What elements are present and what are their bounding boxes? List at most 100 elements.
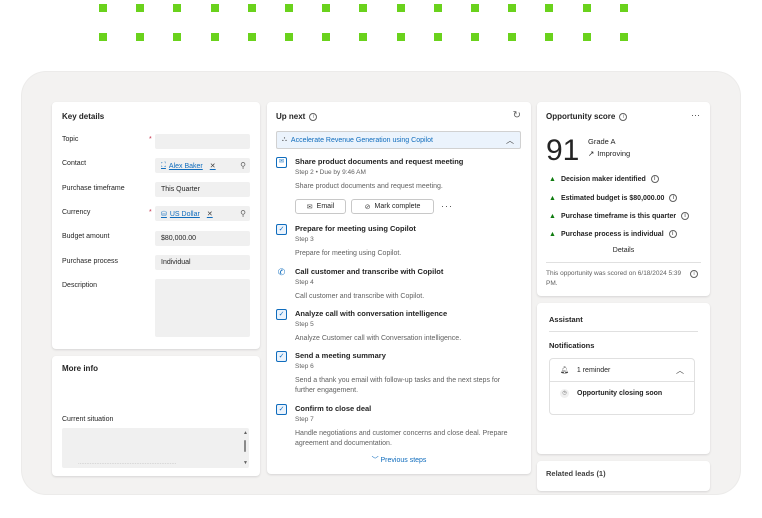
search-icon[interactable]: ⚲ (240, 161, 246, 170)
step-title[interactable]: Send a meeting summary (295, 351, 386, 360)
mail-icon: ✉ (276, 157, 287, 168)
decorative-dot (99, 33, 107, 41)
factor-label: Purchase timeframe is this quarter (560, 212, 677, 220)
reminder-item-label: Opportunity closing soon (577, 390, 663, 397)
decorative-dot (322, 4, 330, 12)
description-textarea[interactable] (155, 279, 250, 337)
chevron-up-icon[interactable]: ︿ (676, 365, 684, 376)
currency-value[interactable]: US Dollar (170, 211, 200, 218)
info-icon[interactable]: i (668, 230, 677, 238)
app-window: Key details Topic * Contact ⛶ Alex Baker… (22, 72, 740, 494)
info-icon[interactable]: i (309, 112, 318, 121)
divider (546, 262, 701, 263)
email-button[interactable]: ✉ Email (295, 199, 346, 214)
step-description: Analyze Customer call with Conversation … (295, 335, 462, 342)
current-situation-textarea[interactable]: ........................................… (62, 428, 249, 468)
decorative-dot (285, 33, 293, 41)
positive-triangle-icon: ▲ (549, 194, 556, 202)
decorative-dot (545, 4, 553, 12)
up-next-title: Up next (276, 112, 306, 121)
mark-complete-button[interactable]: ⊘ Mark complete (351, 199, 434, 214)
decorative-dot (173, 33, 181, 41)
budget-amount-input[interactable]: $80,000.00 (155, 231, 250, 246)
more-info-title: More info (62, 364, 98, 373)
step-title[interactable]: Prepare for meeting using Copilot (295, 224, 416, 233)
reminder-header[interactable]: 🔔︎ 1 reminder (560, 366, 610, 375)
remove-contact-icon[interactable]: ✕ (210, 162, 216, 170)
more-options-icon[interactable]: ··· (441, 201, 453, 211)
remove-currency-icon[interactable]: ✕ (207, 210, 213, 218)
sequence-name[interactable]: Accelerate Revenue Generation using Copi… (291, 137, 433, 144)
contact-value[interactable]: Alex Baker (169, 163, 203, 170)
refresh-icon[interactable]: ↻ (513, 110, 521, 121)
currency-lookup[interactable]: ⛁ US Dollar ✕ ⚲ (155, 206, 250, 221)
assistant-card: Assistant Notifications 🔔︎ 1 reminder ︿ … (537, 303, 710, 454)
up-next-card: Up next i ↻ ⛬ Accelerate Revenue Generat… (267, 102, 531, 474)
chevron-up-icon[interactable]: ︿ (506, 135, 514, 146)
info-icon[interactable]: i (669, 194, 678, 202)
decorative-dot (545, 33, 553, 41)
contact-chip[interactable]: ⛶ Alex Baker ✕ (161, 162, 216, 170)
task-check-icon: ✓ (276, 351, 287, 362)
reminder-panel: 🔔︎ 1 reminder ︿ ◷ Opportunity closing so… (549, 358, 695, 415)
decorative-dot (248, 4, 256, 12)
info-icon[interactable]: i (650, 175, 659, 183)
purchase-timeframe-label: Purchase timeframe (62, 185, 125, 192)
more-options-icon[interactable]: ··· (691, 110, 700, 120)
search-icon[interactable]: ⚲ (240, 209, 246, 218)
purchase-timeframe-select[interactable]: This Quarter (155, 182, 250, 197)
step-subtitle: Step 3 (295, 236, 314, 243)
decorative-dot (136, 4, 144, 12)
reminder-item[interactable]: ◷ Opportunity closing soon (560, 389, 662, 398)
key-details-title: Key details (62, 112, 105, 121)
purchase-process-label: Purchase process (62, 258, 119, 265)
decorative-dot (99, 4, 107, 12)
step-description: Send a thank you email with follow-up ta… (295, 377, 501, 394)
step-title[interactable]: Call customer and transcribe with Copilo… (295, 267, 443, 276)
decorative-dot (620, 4, 628, 12)
info-icon[interactable]: i (690, 270, 698, 278)
mark-complete-label: Mark complete (374, 203, 421, 210)
step-title[interactable]: Share product documents and request meet… (295, 157, 463, 166)
decorative-dot (508, 33, 516, 41)
decorative-dot (397, 33, 405, 41)
details-link[interactable]: Details (537, 247, 710, 254)
positive-triangle-icon: ▲ (549, 230, 556, 238)
task-check-icon: ✓ (276, 404, 287, 415)
phone-icon: ✆ (277, 267, 286, 277)
topic-label: Topic (62, 136, 79, 143)
check-circle-icon: ⊘ (364, 203, 371, 211)
step-title[interactable]: Analyze call with conversation intellige… (295, 309, 447, 318)
contact-icon: ⛶ (161, 162, 166, 169)
topic-input[interactable] (155, 134, 250, 149)
currency-chip[interactable]: ⛁ US Dollar ✕ (161, 210, 213, 219)
description-label: Description (62, 282, 98, 289)
info-icon[interactable]: i (619, 112, 628, 121)
grade-label: Grade A (588, 137, 616, 146)
step-subtitle: Step 6 (295, 363, 314, 370)
step-description: Share product documents and request meet… (295, 183, 443, 190)
scroll-up-icon[interactable]: ▲ (243, 430, 248, 436)
scroll-thumb[interactable] (244, 440, 246, 452)
decorative-dot (471, 33, 479, 41)
info-icon[interactable]: i (681, 212, 690, 220)
previous-steps-link[interactable]: ﹀ Previous steps (267, 455, 531, 465)
decorative-dot (211, 4, 219, 12)
previous-steps-label[interactable]: Previous steps (381, 457, 427, 464)
scrollbar[interactable]: ▲ ▼ (243, 430, 248, 466)
factor-label: Purchase process is individual (560, 230, 664, 238)
purchase-process-select[interactable]: Individual (155, 255, 250, 270)
opportunity-score-title: Opportunity score (546, 112, 616, 121)
sequence-header[interactable]: ⛬ Accelerate Revenue Generation using Co… (276, 131, 521, 149)
contact-lookup[interactable]: ⛶ Alex Baker ✕ ⚲ (155, 158, 250, 173)
step-subtitle: Step 4 (295, 279, 314, 286)
decorative-dot (211, 33, 219, 41)
notifications-heading: Notifications (549, 341, 595, 350)
decorative-dot (434, 4, 442, 12)
decorative-dot (620, 33, 628, 41)
scroll-down-icon[interactable]: ▼ (243, 460, 248, 466)
score-value: 91 (546, 134, 580, 167)
step-subtitle: Step 5 (295, 321, 314, 328)
step-title[interactable]: Confirm to close deal (295, 404, 371, 413)
score-factor: ▲ Decision maker identified i (549, 175, 659, 183)
